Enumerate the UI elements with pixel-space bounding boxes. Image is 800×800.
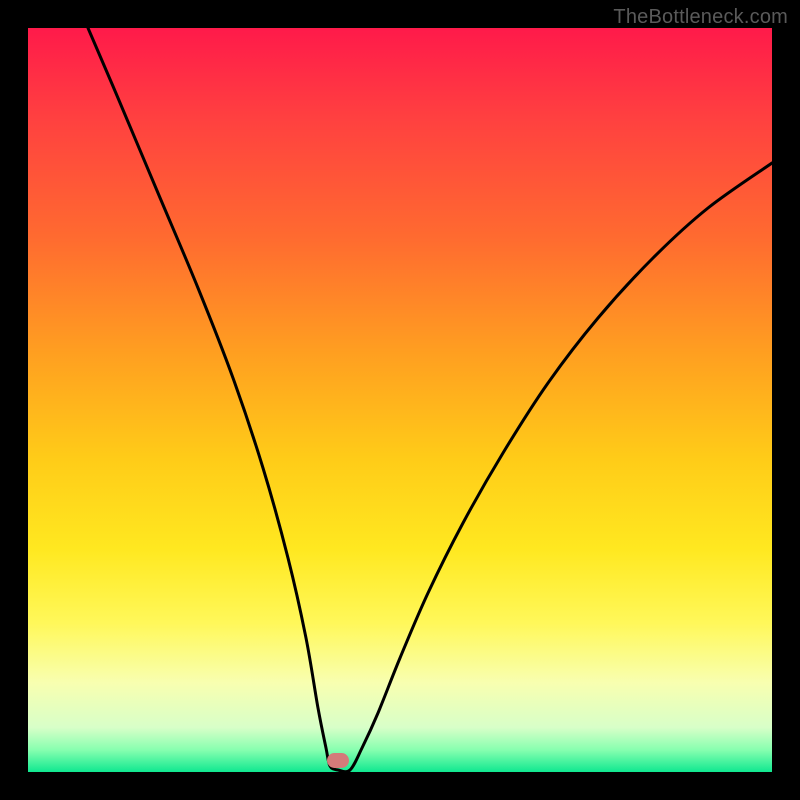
chart-frame: TheBottleneck.com — [0, 0, 800, 800]
optimum-marker — [327, 753, 349, 768]
curve-svg — [28, 28, 772, 772]
bottleneck-curve — [88, 28, 772, 772]
plot-area — [28, 28, 772, 772]
watermark-text: TheBottleneck.com — [613, 6, 788, 29]
